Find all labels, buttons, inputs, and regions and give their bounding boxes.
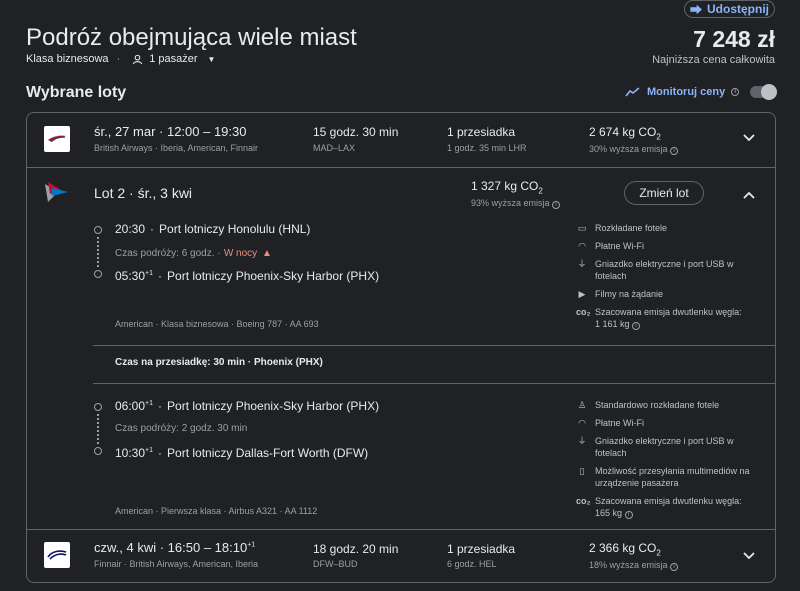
info-icon[interactable]: i [552,201,561,209]
wifi-icon: ◠ [578,418,586,428]
cabin-class[interactable]: Klasa biznesowa [26,53,109,65]
flight-1-route: MAD–LAX [313,143,356,153]
play-icon: ▶ [578,289,586,299]
amenity-seat: ♙ Standardowo rozkładane fotele [577,400,720,410]
flight-2-emission-note: 93% wyższa emisja i [471,198,561,209]
warning-icon: ▲ [261,248,272,259]
flight-3-layover: 6 godz. HEL [447,559,497,569]
info-icon[interactable]: i [731,88,740,96]
flight-3-stops: 1 przesiadka [447,542,516,556]
change-flight-button[interactable]: Zmień lot [624,181,704,205]
seg1-details: American · Klasa biznesowa · Boeing 787 … [115,319,319,329]
flight-3-row[interactable]: czw., 4 kwi · 16:50 – 18:10+1 Finnair · … [27,530,775,583]
passenger-count: 1 pasażer [149,53,198,65]
wifi-icon: ◠ [578,241,586,251]
flight-1-layover: 1 godz. 35 min LHR [447,143,527,153]
seg1-travel-time: Czas podróży: 6 godz. · W nocy ▲ [115,248,272,259]
monitor-prices-label: Monitoruj ceny [647,86,726,98]
seg1-arrival: 05:30+1 · Port lotniczy Phoenix-Sky Harbor… [115,269,380,283]
total-price: 7 248 zł [693,26,775,52]
collapse-chevron-icon[interactable] [743,188,755,202]
seg2-travel-time: Czas podróży: 2 godz. 30 min [115,423,248,434]
phone-icon: ▯ [579,466,585,476]
american-airlines-logo [42,178,70,211]
amenity-wifi: ◠ Płatne Wi-Fi [576,417,766,429]
flight-3-datetime: czw., 4 kwi · 16:50 – 18:10+1 [94,540,256,555]
toggle-knob [761,84,777,100]
flight-1-datetime: śr., 27 mar · 12:00 – 19:30 [94,124,247,139]
flight-1-airlines: British Airways · Iberia, American, Finn… [94,143,259,153]
layover-info: Czas na przesiadkę: 30 min · Phoenix (PH… [115,357,323,368]
amenity-video: ▶ Filmy na żądanie [576,288,766,300]
share-icon: ⮕ [689,2,702,17]
route-line [97,237,99,267]
section-title: Wybrane loty [26,84,127,101]
flight-1-row[interactable]: śr., 27 mar · 12:00 – 19:30 British Airw… [27,113,775,167]
trend-icon [625,87,640,97]
departure-dot [94,226,102,234]
amenity-emission: co₂ Szacowana emisja dwutlenku węgla: 1 16… [576,307,742,330]
person-icon [133,54,143,64]
seg2-amenities: ♙ Standardowo rozkładane fotele ◠ Płatne W… [576,399,766,519]
expand-chevron-icon[interactable] [743,131,755,145]
co2-icon: co₂ [576,496,591,506]
flight-1-emission: 2 674 kg CO2 [589,125,661,142]
power-plug-icon: ⏚ [577,436,587,446]
info-icon[interactable]: i [670,563,679,571]
page-title: Podróż obejmująca wiele miast [26,24,357,51]
monitor-prices-toggle[interactable] [750,84,777,100]
info-icon[interactable]: i [624,511,633,519]
expand-chevron-icon[interactable] [743,549,755,563]
arrival-dot [94,447,102,455]
amenity-wifi: ◠ Płatne Wi-Fi [576,240,766,252]
arrival-dot [94,270,102,278]
dropdown-caret-icon: ▼ [207,54,216,64]
flight-3-route: DFW–BUD [313,559,358,569]
amenity-power: ⏚ Gniazdko elektryczne i port USB w fotel… [577,259,734,281]
seat-icon: ▭ [577,223,587,233]
price-note: Najniższa cena całkowita [652,54,775,66]
finnair-logo [44,542,70,568]
seat-icon: ♙ [577,400,587,410]
divider [93,345,775,346]
info-icon[interactable]: i [670,147,679,155]
night-warning: W nocy [223,248,258,259]
british-airways-logo [44,126,70,152]
power-plug-icon: ⏚ [577,259,587,269]
seg2-details: American · Pierwsza klasa · Airbus A321 … [115,506,318,516]
seg1-amenities: ▭ Rozkładane fotele ◠ Płatne Wi-Fi ⏚ Gniazd… [576,222,766,330]
flight-1-duration: 15 godz. 30 min [313,125,399,139]
amenity-power: ⏚ Gniazdko elektryczne i port USB w fotel… [577,436,734,458]
seg1-departure: 20:30 · Port lotniczy Honolulu (HNL) [115,222,311,236]
share-label: Udostępnij [707,2,769,16]
divider [93,383,775,384]
amenity-streaming: ▯ Możliwość przesyłania multimediów na ur… [576,465,766,489]
departure-dot [94,403,102,411]
trip-meta: Klasa biznesowa · 1 pasażer ▼ [26,53,216,65]
share-button[interactable]: ⮕ Udostępnij [684,0,775,18]
info-icon[interactable]: i [632,322,641,330]
monitor-prices[interactable]: Monitoruj ceny i [625,86,740,98]
flight-1-emission-note: 30% wyższa emisja i [589,144,679,155]
flight-3-airlines: Finnair · British Airways, American, Ibe… [94,559,259,569]
route-line [97,414,99,444]
flight-2-emission: 1 327 kg CO2 [471,179,543,196]
seg2-departure: 06:00+1 · Port lotniczy Phoenix-Sky Harbor… [115,399,380,413]
passenger-selector[interactable]: 1 pasażer ▼ [132,53,215,65]
flight-2-title: Lot 2 · śr., 3 kwi [94,185,193,201]
flight-3-duration: 18 godz. 20 min [313,542,399,556]
seg2-arrival: 10:30+1 · Port lotniczy Dallas-Fort Worth … [115,446,369,460]
flight-3-emission-note: 18% wyższa emisja i [589,560,679,571]
amenity-emission: co₂ Szacowana emisja dwutlenku węgla: 165 … [576,496,742,519]
flight-1-stops: 1 przesiadka [447,125,516,139]
flight-3-emission: 2 366 kg CO2 [589,541,661,558]
amenity-seat: ▭ Rozkładane fotele [577,223,668,233]
co2-icon: co₂ [576,307,591,317]
